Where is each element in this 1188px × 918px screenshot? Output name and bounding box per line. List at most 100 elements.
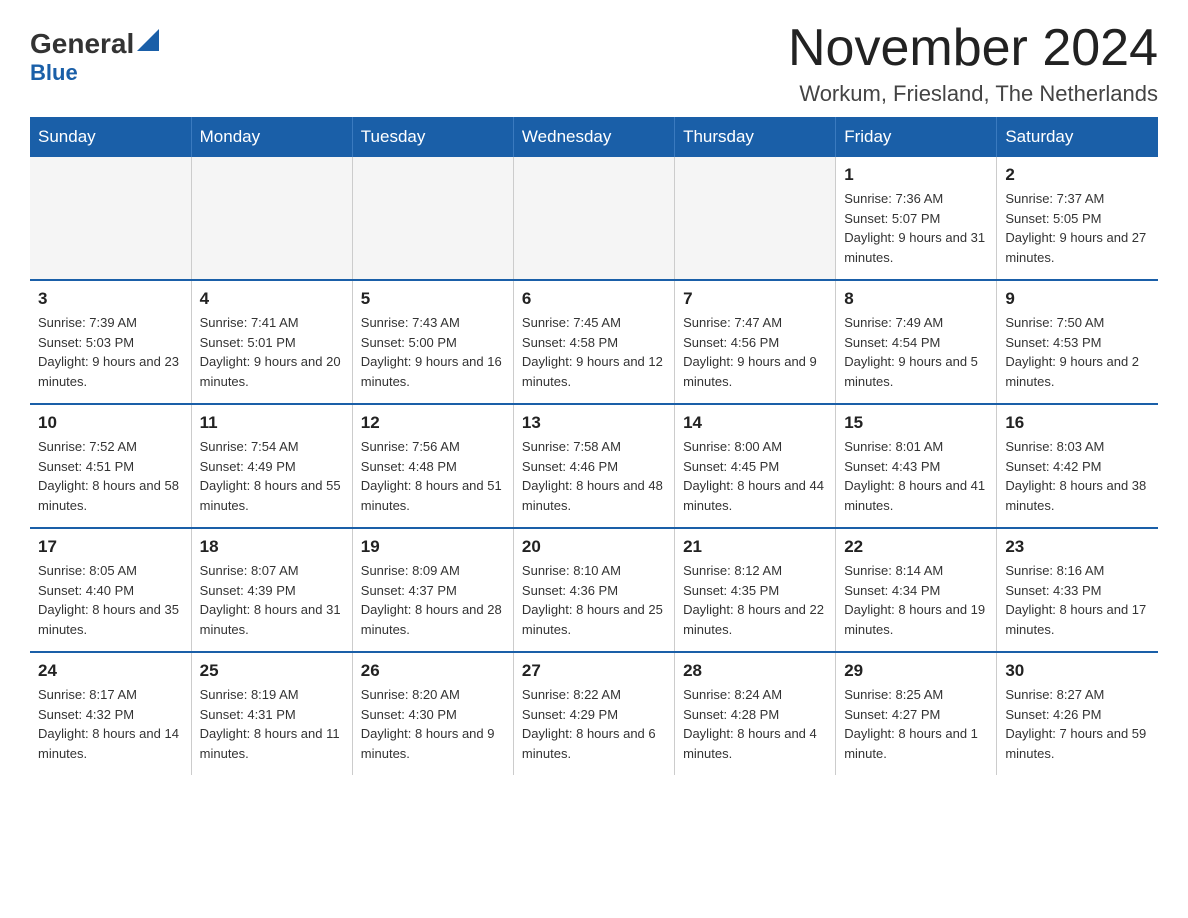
day-info: Sunrise: 8:19 AM Sunset: 4:31 PM Dayligh… [200,685,344,763]
logo: General Blue [30,20,159,86]
table-row: 28Sunrise: 8:24 AM Sunset: 4:28 PM Dayli… [675,652,836,775]
day-number: 29 [844,661,988,681]
day-number: 25 [200,661,344,681]
table-row: 23 Sunrise: 8:16 AM Sunset: 4:33 PM Dayli… [997,528,1158,652]
calendar-week-row: 1Sunrise: 7:36 AM Sunset: 5:07 PM Daylig… [30,157,1158,280]
day-number: 17 [38,537,183,557]
logo-blue-text: Blue [30,60,78,86]
day-info: Sunrise: 8:09 AM Sunset: 4:37 PM Dayligh… [361,561,505,639]
day-number: 7 [683,289,827,309]
table-row: 8 Sunrise: 7:49 AM Sunset: 4:54 PM Daylig… [836,280,997,404]
day-number: 8 [844,289,988,309]
col-tuesday: Tuesday [352,117,513,157]
calendar-table: Sunday Monday Tuesday Wednesday Thursday… [30,117,1158,775]
day-number: 19 [361,537,505,557]
day-number: 30 [1005,661,1150,681]
table-row: 1Sunrise: 7:36 AM Sunset: 5:07 PM Daylig… [836,157,997,280]
day-info: Sunrise: 7:41 AM Sunset: 5:01 PM Dayligh… [200,313,344,391]
table-row [675,157,836,280]
table-row: 2 Sunrise: 7:37 AM Sunset: 5:05 PM Daylig… [997,157,1158,280]
day-info: Sunrise: 7:43 AM Sunset: 5:00 PM Dayligh… [361,313,505,391]
day-number: 1 [844,165,988,185]
day-number: 3 [38,289,183,309]
col-wednesday: Wednesday [513,117,674,157]
day-number: 5 [361,289,505,309]
calendar-week-row: 17Sunrise: 8:05 AM Sunset: 4:40 PM Dayli… [30,528,1158,652]
table-row: 6Sunrise: 7:45 AM Sunset: 4:58 PM Daylig… [513,280,674,404]
table-row: 30 Sunrise: 8:27 AM Sunset: 4:26 PM Dayli… [997,652,1158,775]
day-info: Sunrise: 8:20 AM Sunset: 4:30 PM Dayligh… [361,685,505,763]
table-row: 5 Sunrise: 7:43 AM Sunset: 5:00 PM Daylig… [352,280,513,404]
day-number: 14 [683,413,827,433]
table-row [30,157,191,280]
day-number: 21 [683,537,827,557]
day-number: 27 [522,661,666,681]
day-info: Sunrise: 7:52 AM Sunset: 4:51 PM Dayligh… [38,437,183,515]
table-row: 26 Sunrise: 8:20 AM Sunset: 4:30 PM Dayli… [352,652,513,775]
day-number: 10 [38,413,183,433]
col-thursday: Thursday [675,117,836,157]
table-row: 22Sunrise: 8:14 AM Sunset: 4:34 PM Dayli… [836,528,997,652]
day-number: 23 [1005,537,1150,557]
table-row: 27 Sunrise: 8:22 AM Sunset: 4:29 PM Dayli… [513,652,674,775]
day-number: 12 [361,413,505,433]
day-info: Sunrise: 7:47 AM Sunset: 4:56 PM Dayligh… [683,313,827,391]
table-row: 25 Sunrise: 8:19 AM Sunset: 4:31 PM Dayli… [191,652,352,775]
day-number: 28 [683,661,827,681]
day-info: Sunrise: 8:27 AM Sunset: 4:26 PM Dayligh… [1005,685,1150,763]
day-info: Sunrise: 7:54 AM Sunset: 4:49 PM Dayligh… [200,437,344,515]
day-info: Sunrise: 7:39 AM Sunset: 5:03 PM Dayligh… [38,313,183,391]
table-row: 13Sunrise: 7:58 AM Sunset: 4:46 PM Dayli… [513,404,674,528]
table-row: 16Sunrise: 8:03 AM Sunset: 4:42 PM Dayli… [997,404,1158,528]
day-info: Sunrise: 8:01 AM Sunset: 4:43 PM Dayligh… [844,437,988,515]
day-number: 9 [1005,289,1150,309]
day-info: Sunrise: 7:49 AM Sunset: 4:54 PM Dayligh… [844,313,988,391]
title-area: November 2024 Workum, Friesland, The Net… [788,20,1158,107]
table-row: 11 Sunrise: 7:54 AM Sunset: 4:49 PM Dayli… [191,404,352,528]
col-saturday: Saturday [997,117,1158,157]
calendar-week-row: 3 Sunrise: 7:39 AM Sunset: 5:03 PM Daylig… [30,280,1158,404]
day-number: 20 [522,537,666,557]
table-row: 12 Sunrise: 7:56 AM Sunset: 4:48 PM Dayli… [352,404,513,528]
col-sunday: Sunday [30,117,191,157]
table-row [513,157,674,280]
table-row: 10 Sunrise: 7:52 AM Sunset: 4:51 PM Dayli… [30,404,191,528]
calendar-subtitle: Workum, Friesland, The Netherlands [788,81,1158,107]
day-info: Sunrise: 8:12 AM Sunset: 4:35 PM Dayligh… [683,561,827,639]
table-row: 4 Sunrise: 7:41 AM Sunset: 5:01 PM Daylig… [191,280,352,404]
col-friday: Friday [836,117,997,157]
day-info: Sunrise: 8:10 AM Sunset: 4:36 PM Dayligh… [522,561,666,639]
calendar-title: November 2024 [788,20,1158,77]
day-number: 22 [844,537,988,557]
day-info: Sunrise: 7:50 AM Sunset: 4:53 PM Dayligh… [1005,313,1150,391]
page-header: General Blue November 2024 Workum, Fries… [30,20,1158,107]
day-number: 11 [200,413,344,433]
day-number: 18 [200,537,344,557]
logo-general-text: General [30,30,134,58]
table-row: 3 Sunrise: 7:39 AM Sunset: 5:03 PM Daylig… [30,280,191,404]
day-number: 4 [200,289,344,309]
logo-triangle-icon [137,29,159,51]
calendar-week-row: 10 Sunrise: 7:52 AM Sunset: 4:51 PM Dayli… [30,404,1158,528]
day-number: 26 [361,661,505,681]
table-row: 20 Sunrise: 8:10 AM Sunset: 4:36 PM Dayli… [513,528,674,652]
day-info: Sunrise: 8:00 AM Sunset: 4:45 PM Dayligh… [683,437,827,515]
table-row: 29 Sunrise: 8:25 AM Sunset: 4:27 PM Dayli… [836,652,997,775]
day-info: Sunrise: 7:56 AM Sunset: 4:48 PM Dayligh… [361,437,505,515]
day-info: Sunrise: 8:17 AM Sunset: 4:32 PM Dayligh… [38,685,183,763]
day-number: 2 [1005,165,1150,185]
day-number: 15 [844,413,988,433]
table-row [352,157,513,280]
day-info: Sunrise: 8:16 AM Sunset: 4:33 PM Dayligh… [1005,561,1150,639]
day-info: Sunrise: 8:25 AM Sunset: 4:27 PM Dayligh… [844,685,988,763]
day-info: Sunrise: 8:07 AM Sunset: 4:39 PM Dayligh… [200,561,344,639]
day-number: 16 [1005,413,1150,433]
day-info: Sunrise: 8:22 AM Sunset: 4:29 PM Dayligh… [522,685,666,763]
day-number: 24 [38,661,183,681]
table-row [191,157,352,280]
table-row: 14 Sunrise: 8:00 AM Sunset: 4:45 PM Dayli… [675,404,836,528]
day-number: 6 [522,289,666,309]
day-info: Sunrise: 7:37 AM Sunset: 5:05 PM Dayligh… [1005,189,1150,267]
table-row: 17Sunrise: 8:05 AM Sunset: 4:40 PM Dayli… [30,528,191,652]
day-info: Sunrise: 7:58 AM Sunset: 4:46 PM Dayligh… [522,437,666,515]
